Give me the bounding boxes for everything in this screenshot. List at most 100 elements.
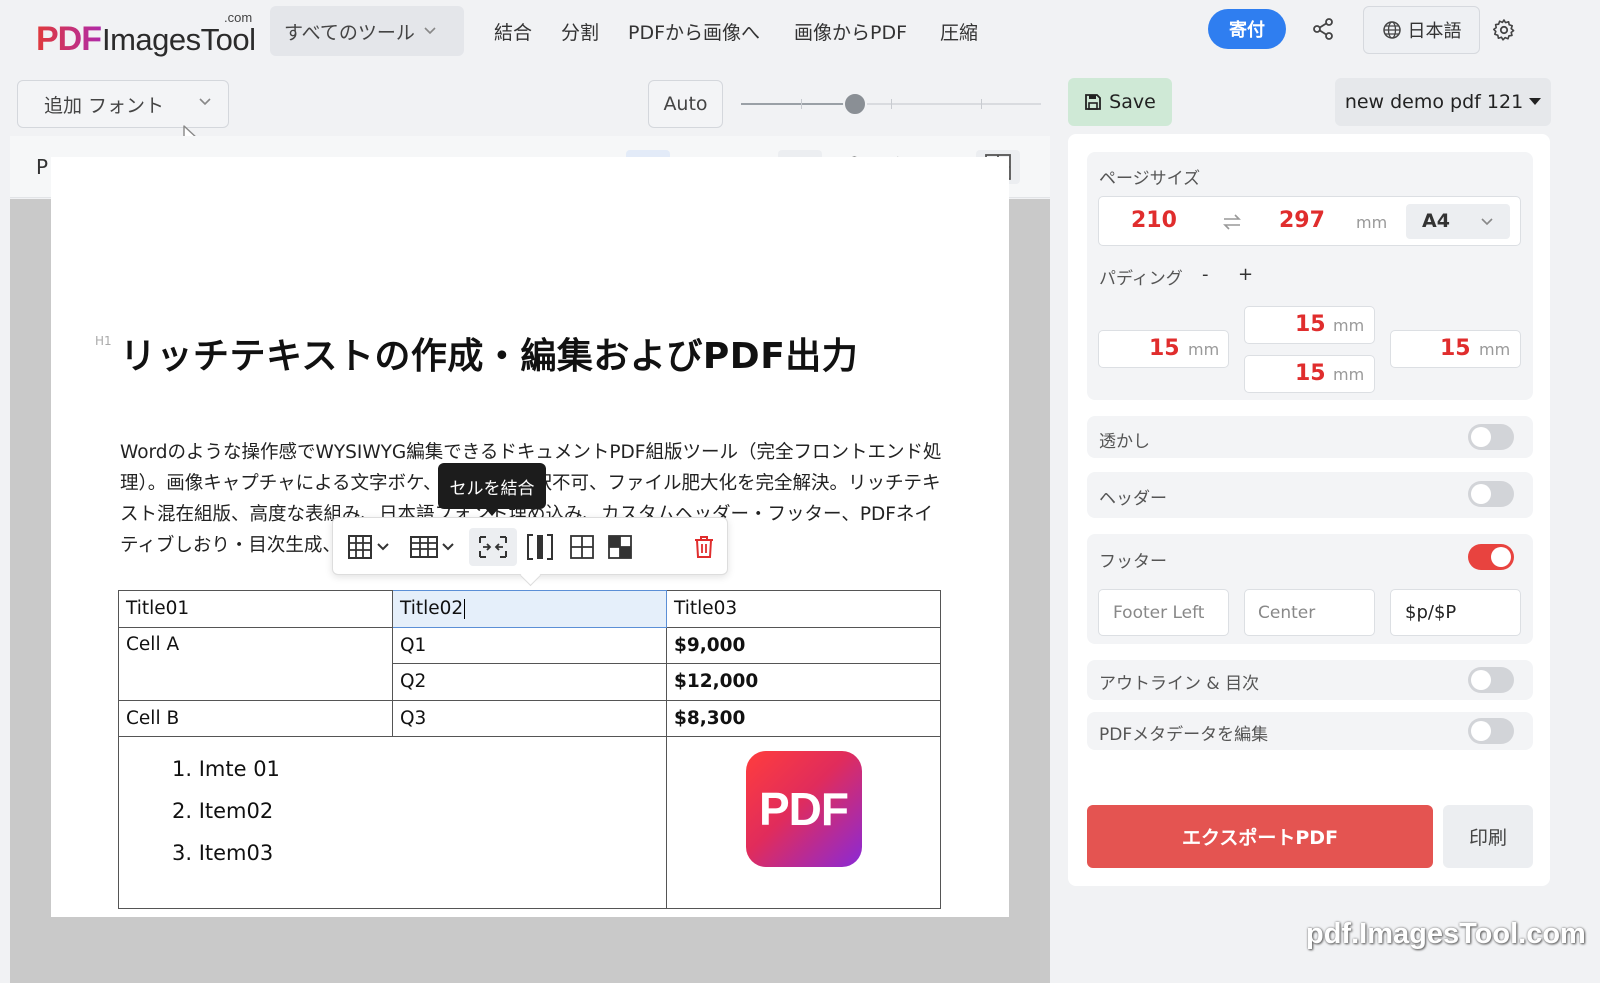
table-cell[interactable]: Q1: [392, 626, 667, 664]
top-navigation: PDF ImagesTool .com すべてのツール 結合 分割 PDFから画…: [0, 0, 1600, 72]
footer-toggle[interactable]: [1468, 544, 1514, 570]
table-columns-menu[interactable]: [405, 528, 459, 566]
cell-borders-button[interactable]: [565, 528, 599, 566]
logo-com: .com: [224, 10, 253, 25]
document-title[interactable]: リッチテキストの作成・編集およびPDF出力: [120, 327, 858, 379]
table-cell-focused[interactable]: Title02: [392, 590, 667, 628]
delete-table-button[interactable]: [687, 528, 721, 566]
table-cell[interactable]: Title01: [118, 590, 393, 628]
save-button[interactable]: Save: [1068, 78, 1172, 126]
footer-right-value: $p/$P: [1405, 602, 1457, 623]
chevron-down-icon: [441, 543, 454, 551]
table-cell[interactable]: $9,000: [666, 626, 941, 664]
language-label: 日本語: [1407, 21, 1462, 42]
table-columns-icon: [409, 536, 438, 558]
site-logo[interactable]: PDF ImagesTool .com: [36, 10, 256, 60]
page-width-input[interactable]: 210: [1131, 208, 1177, 233]
padding-increase-button[interactable]: +: [1238, 264, 1253, 285]
chevron-down-icon: [424, 27, 436, 35]
padding-top-value: 15: [1295, 312, 1326, 337]
all-tools-dropdown[interactable]: すべてのツール: [270, 6, 464, 56]
table-cell[interactable]: Cell A: [118, 626, 393, 701]
footer-label: フッター: [1099, 552, 1167, 572]
cell-grid-icon: [570, 535, 594, 559]
padding-unit: mm: [1188, 340, 1220, 359]
table-cell[interactable]: Q2: [392, 663, 667, 701]
logo-name: ImagesTool: [102, 22, 256, 57]
header-label: ヘッダー: [1099, 489, 1167, 509]
logo-pdf: PDF: [36, 20, 102, 58]
footer-center-placeholder: Center: [1258, 603, 1316, 623]
zoom-slider[interactable]: [741, 92, 1041, 116]
split-cell-button[interactable]: [523, 528, 557, 566]
swap-arrows-icon[interactable]: [1222, 213, 1242, 231]
nav-link-pdf-to-image[interactable]: PDFから画像へ: [628, 18, 760, 45]
export-pdf-button[interactable]: エクスポートPDF: [1087, 805, 1433, 868]
additional-font-select[interactable]: 追加 フォント: [17, 80, 229, 128]
table-cell[interactable]: Q3: [392, 699, 667, 737]
padding-unit: mm: [1333, 365, 1365, 384]
floppy-disk-icon: [1085, 94, 1102, 110]
watermark-row: [1087, 416, 1533, 458]
list-item[interactable]: 2. Item02: [172, 790, 659, 832]
table-cell-list[interactable]: 1. Imte 01 2. Item02 3. Item03: [118, 736, 667, 909]
heading-level-tag: H1: [95, 334, 112, 348]
slider-tick: [981, 99, 982, 109]
language-selector[interactable]: 日本語: [1363, 6, 1480, 54]
table-cell[interactable]: $8,300: [666, 699, 941, 737]
nav-link-compress[interactable]: 圧縮: [940, 18, 978, 45]
padding-label: パディング: [1099, 269, 1183, 289]
cell-text: Title02: [400, 598, 464, 620]
slider-thumb[interactable]: [843, 92, 867, 116]
list-item[interactable]: 1. Imte 01: [172, 748, 659, 790]
all-tools-label: すべてのツール: [284, 21, 415, 44]
padding-left-value: 15: [1149, 336, 1180, 361]
metadata-toggle[interactable]: [1468, 718, 1514, 744]
footer-left-placeholder: Footer Left: [1113, 603, 1205, 623]
list-item[interactable]: 3. Item03: [172, 832, 659, 874]
slider-fill: [741, 103, 855, 105]
merge-cells-icon: [479, 536, 507, 558]
save-label: Save: [1109, 91, 1156, 113]
donate-button[interactable]: 寄付: [1208, 9, 1286, 49]
print-button[interactable]: 印刷: [1443, 805, 1533, 868]
document-table[interactable]: Title01 Title02 Title03 Cell A Q1 $9,000…: [118, 590, 941, 909]
share-icon[interactable]: [1311, 17, 1335, 41]
padding-bottom-value: 15: [1295, 361, 1326, 386]
table-rows-menu[interactable]: [343, 528, 393, 566]
gear-icon[interactable]: [1492, 18, 1516, 42]
page-size-unit: mm: [1356, 213, 1388, 232]
nav-link-image-to-pdf[interactable]: 画像からPDF: [794, 18, 907, 45]
nav-link-merge[interactable]: 結合: [494, 18, 532, 45]
cell-header-button[interactable]: [603, 528, 637, 566]
watermark-toggle[interactable]: [1468, 424, 1514, 450]
paper-size-select[interactable]: A4: [1406, 204, 1510, 239]
outline-toggle[interactable]: [1468, 667, 1514, 693]
watermark-label: 透かし: [1099, 432, 1150, 452]
text-caret: [464, 599, 466, 620]
table-cell[interactable]: Title03: [666, 590, 941, 628]
table-row: Title01 Title02 Title03: [118, 590, 941, 628]
ordered-list: 1. Imte 01 2. Item02 3. Item03: [126, 748, 659, 874]
header-toggle[interactable]: [1468, 481, 1514, 507]
auto-zoom-button[interactable]: Auto: [648, 80, 723, 128]
slider-tick: [801, 99, 802, 109]
padding-unit: mm: [1333, 316, 1365, 335]
padding-decrease-button[interactable]: -: [1202, 264, 1209, 285]
table-cell[interactable]: Cell B: [118, 699, 393, 737]
split-cell-icon: [527, 534, 553, 560]
chevron-down-icon: [199, 98, 211, 106]
table-row: Cell A Q1 $9,000: [118, 626, 941, 701]
chevron-down-icon: [376, 543, 389, 551]
chevron-down-icon: [1481, 218, 1493, 226]
padding-unit: mm: [1479, 340, 1511, 359]
slider-tick: [891, 99, 892, 109]
pdf-logo-image[interactable]: PDF: [745, 751, 862, 867]
nav-link-split[interactable]: 分割: [561, 18, 599, 45]
table-cell-image[interactable]: PDF: [666, 736, 941, 909]
merge-cells-button[interactable]: [469, 528, 517, 566]
document-select[interactable]: new demo pdf 121: [1335, 78, 1551, 126]
caret-down-icon: [1529, 98, 1542, 105]
table-cell[interactable]: $12,000: [666, 663, 941, 701]
page-height-input[interactable]: 297: [1279, 208, 1325, 233]
